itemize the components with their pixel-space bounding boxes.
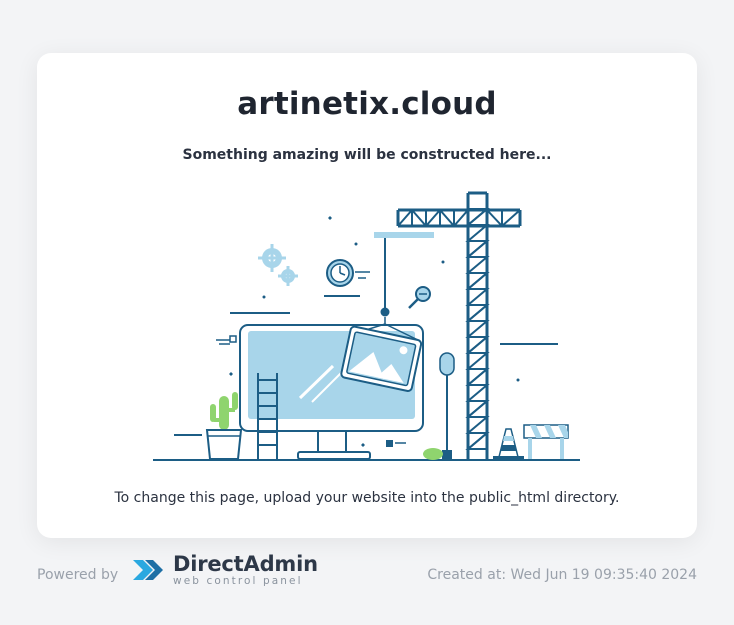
created-at-text: Created at: Wed Jun 19 09:35:40 2024	[427, 567, 697, 583]
crane-hook-bar	[374, 232, 434, 238]
magnifier-icon	[408, 286, 431, 309]
bush-icon	[423, 448, 443, 460]
powered-by-label: Powered by	[37, 567, 119, 583]
directadmin-logo-icon	[133, 560, 163, 580]
clock-icon	[324, 259, 370, 297]
lamp-post-icon	[439, 352, 455, 459]
logo-tagline: web control panel	[173, 574, 303, 587]
logo-name: DirectAdmin	[173, 551, 318, 576]
upload-instruction: To change this page, upload your website…	[114, 490, 620, 506]
hanging-picture-icon	[340, 236, 423, 392]
page-title: artinetix.cloud	[237, 86, 497, 122]
barricade-icon	[523, 424, 569, 459]
page-subtitle: Something amazing will be constructed he…	[182, 147, 552, 163]
cactus-plant-icon	[205, 392, 243, 460]
construction-illustration	[153, 191, 580, 461]
directadmin-logo[interactable]: DirectAdmin web control panel	[131, 552, 318, 588]
traffic-cone-icon	[493, 428, 524, 459]
